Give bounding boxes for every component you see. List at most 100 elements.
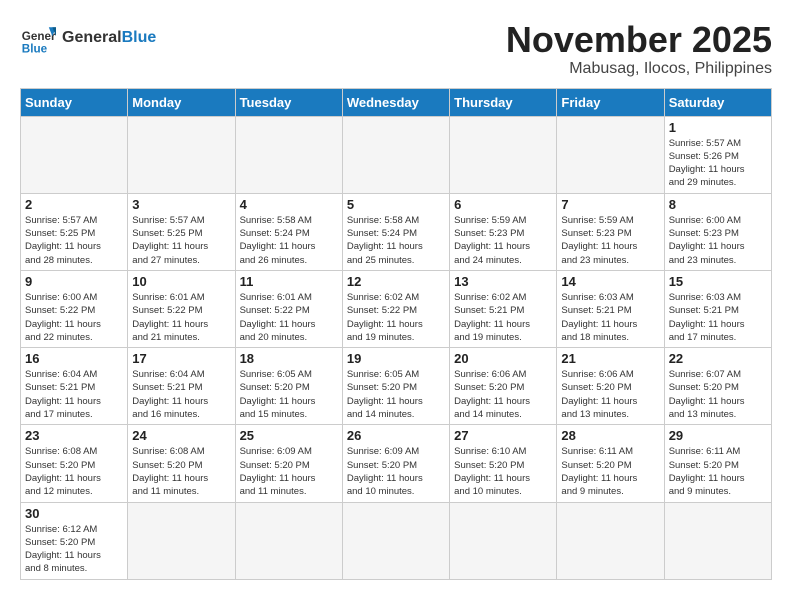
day-number: 23	[25, 428, 123, 443]
day-info: Sunrise: 6:05 AM Sunset: 5:20 PM Dayligh…	[240, 368, 338, 421]
day-number: 7	[561, 197, 659, 212]
day-info: Sunrise: 6:04 AM Sunset: 5:21 PM Dayligh…	[25, 368, 123, 421]
calendar-cell: 12Sunrise: 6:02 AM Sunset: 5:22 PM Dayli…	[342, 270, 449, 347]
day-number: 25	[240, 428, 338, 443]
day-number: 13	[454, 274, 552, 289]
day-number: 27	[454, 428, 552, 443]
calendar-cell	[450, 116, 557, 193]
calendar-cell: 6 Sunrise: 5:59 AM Sunset: 5:23 PM Daylig…	[450, 193, 557, 270]
calendar-cell: 19Sunrise: 6:05 AM Sunset: 5:20 PM Dayli…	[342, 348, 449, 425]
calendar: SundayMondayTuesdayWednesdayThursdayFrid…	[20, 88, 772, 580]
calendar-cell: 4 Sunrise: 5:58 AM Sunset: 5:24 PM Daylig…	[235, 193, 342, 270]
calendar-week-row: 23 Sunrise: 6:08 AM Sunset: 5:20 PM Dayli…	[21, 425, 772, 502]
day-number: 29	[669, 428, 767, 443]
title-section: November 2025 Mabusag, Ilocos, Philippin…	[506, 20, 772, 78]
calendar-cell	[664, 502, 771, 579]
calendar-cell	[128, 116, 235, 193]
calendar-cell	[128, 502, 235, 579]
header: General Blue GeneralBlue November 2025 M…	[20, 20, 772, 78]
calendar-cell: 18 Sunrise: 6:05 AM Sunset: 5:20 PM Dayli…	[235, 348, 342, 425]
day-info: Sunrise: 5:57 AM Sunset: 5:25 PM Dayligh…	[25, 214, 123, 267]
day-number: 28	[561, 428, 659, 443]
day-info: Sunrise: 5:58 AM Sunset: 5:24 PM Dayligh…	[240, 214, 338, 267]
day-number: 8	[669, 197, 767, 212]
calendar-cell: 5Sunrise: 5:58 AM Sunset: 5:24 PM Daylig…	[342, 193, 449, 270]
calendar-cell: 2 Sunrise: 5:57 AM Sunset: 5:25 PM Daylig…	[21, 193, 128, 270]
weekday-header-row: SundayMondayTuesdayWednesdayThursdayFrid…	[21, 88, 772, 116]
day-number: 6	[454, 197, 552, 212]
calendar-cell: 29 Sunrise: 6:11 AM Sunset: 5:20 PM Dayli…	[664, 425, 771, 502]
calendar-week-row: 16 Sunrise: 6:04 AM Sunset: 5:21 PM Dayli…	[21, 348, 772, 425]
calendar-cell: 3Sunrise: 5:57 AM Sunset: 5:25 PM Daylig…	[128, 193, 235, 270]
calendar-cell: 17 Sunrise: 6:04 AM Sunset: 5:21 PM Dayli…	[128, 348, 235, 425]
logo-icon: General Blue	[20, 20, 56, 56]
calendar-cell	[235, 116, 342, 193]
day-number: 26	[347, 428, 445, 443]
weekday-header-saturday: Saturday	[664, 88, 771, 116]
calendar-cell: 11Sunrise: 6:01 AM Sunset: 5:22 PM Dayli…	[235, 270, 342, 347]
day-info: Sunrise: 6:04 AM Sunset: 5:21 PM Dayligh…	[132, 368, 230, 421]
day-info: Sunrise: 5:58 AM Sunset: 5:24 PM Dayligh…	[347, 214, 445, 267]
day-number: 17	[132, 351, 230, 366]
calendar-week-row: 1 Sunrise: 5:57 AM Sunset: 5:26 PM Daylig…	[21, 116, 772, 193]
calendar-cell: 20Sunrise: 6:06 AM Sunset: 5:20 PM Dayli…	[450, 348, 557, 425]
calendar-cell: 22 Sunrise: 6:07 AM Sunset: 5:20 PM Dayli…	[664, 348, 771, 425]
day-info: Sunrise: 6:06 AM Sunset: 5:20 PM Dayligh…	[561, 368, 659, 421]
calendar-cell: 30Sunrise: 6:12 AM Sunset: 5:20 PM Dayli…	[21, 502, 128, 579]
calendar-week-row: 9Sunrise: 6:00 AM Sunset: 5:22 PM Daylig…	[21, 270, 772, 347]
day-info: Sunrise: 6:11 AM Sunset: 5:20 PM Dayligh…	[669, 445, 767, 498]
weekday-header-thursday: Thursday	[450, 88, 557, 116]
calendar-cell: 7 Sunrise: 5:59 AM Sunset: 5:23 PM Daylig…	[557, 193, 664, 270]
day-number: 2	[25, 197, 123, 212]
calendar-cell	[235, 502, 342, 579]
day-info: Sunrise: 6:05 AM Sunset: 5:20 PM Dayligh…	[347, 368, 445, 421]
day-info: Sunrise: 5:59 AM Sunset: 5:23 PM Dayligh…	[561, 214, 659, 267]
day-info: Sunrise: 6:09 AM Sunset: 5:20 PM Dayligh…	[240, 445, 338, 498]
weekday-header-sunday: Sunday	[21, 88, 128, 116]
day-number: 22	[669, 351, 767, 366]
calendar-cell: 9Sunrise: 6:00 AM Sunset: 5:22 PM Daylig…	[21, 270, 128, 347]
calendar-cell	[21, 116, 128, 193]
day-info: Sunrise: 6:10 AM Sunset: 5:20 PM Dayligh…	[454, 445, 552, 498]
calendar-cell: 21 Sunrise: 6:06 AM Sunset: 5:20 PM Dayli…	[557, 348, 664, 425]
day-info: Sunrise: 6:00 AM Sunset: 5:23 PM Dayligh…	[669, 214, 767, 267]
day-number: 12	[347, 274, 445, 289]
day-number: 9	[25, 274, 123, 289]
calendar-cell: 26 Sunrise: 6:09 AM Sunset: 5:20 PM Dayli…	[342, 425, 449, 502]
calendar-cell	[450, 502, 557, 579]
day-info: Sunrise: 5:57 AM Sunset: 5:25 PM Dayligh…	[132, 214, 230, 267]
calendar-cell: 14Sunrise: 6:03 AM Sunset: 5:21 PM Dayli…	[557, 270, 664, 347]
day-info: Sunrise: 6:02 AM Sunset: 5:21 PM Dayligh…	[454, 291, 552, 344]
calendar-cell: 10Sunrise: 6:01 AM Sunset: 5:22 PM Dayli…	[128, 270, 235, 347]
day-number: 21	[561, 351, 659, 366]
day-info: Sunrise: 6:09 AM Sunset: 5:20 PM Dayligh…	[347, 445, 445, 498]
day-info: Sunrise: 6:01 AM Sunset: 5:22 PM Dayligh…	[240, 291, 338, 344]
day-number: 4	[240, 197, 338, 212]
day-number: 15	[669, 274, 767, 289]
logo: General Blue GeneralBlue	[20, 20, 156, 56]
logo-blue: Blue	[122, 29, 157, 46]
day-info: Sunrise: 5:57 AM Sunset: 5:26 PM Dayligh…	[669, 137, 767, 190]
calendar-cell: 24Sunrise: 6:08 AM Sunset: 5:20 PM Dayli…	[128, 425, 235, 502]
weekday-header-wednesday: Wednesday	[342, 88, 449, 116]
day-info: Sunrise: 6:08 AM Sunset: 5:20 PM Dayligh…	[25, 445, 123, 498]
logo-general: General	[62, 29, 122, 46]
calendar-cell: 27 Sunrise: 6:10 AM Sunset: 5:20 PM Dayli…	[450, 425, 557, 502]
weekday-header-monday: Monday	[128, 88, 235, 116]
calendar-cell: 15Sunrise: 6:03 AM Sunset: 5:21 PM Dayli…	[664, 270, 771, 347]
weekday-header-tuesday: Tuesday	[235, 88, 342, 116]
day-number: 1	[669, 120, 767, 135]
calendar-cell: 8 Sunrise: 6:00 AM Sunset: 5:23 PM Daylig…	[664, 193, 771, 270]
day-number: 18	[240, 351, 338, 366]
day-info: Sunrise: 6:11 AM Sunset: 5:20 PM Dayligh…	[561, 445, 659, 498]
svg-text:Blue: Blue	[22, 42, 48, 55]
calendar-cell	[557, 116, 664, 193]
calendar-cell: 16 Sunrise: 6:04 AM Sunset: 5:21 PM Dayli…	[21, 348, 128, 425]
day-number: 16	[25, 351, 123, 366]
day-info: Sunrise: 6:07 AM Sunset: 5:20 PM Dayligh…	[669, 368, 767, 421]
calendar-cell: 13 Sunrise: 6:02 AM Sunset: 5:21 PM Dayli…	[450, 270, 557, 347]
day-number: 20	[454, 351, 552, 366]
day-info: Sunrise: 5:59 AM Sunset: 5:23 PM Dayligh…	[454, 214, 552, 267]
calendar-cell: 28 Sunrise: 6:11 AM Sunset: 5:20 PM Dayli…	[557, 425, 664, 502]
calendar-cell	[557, 502, 664, 579]
